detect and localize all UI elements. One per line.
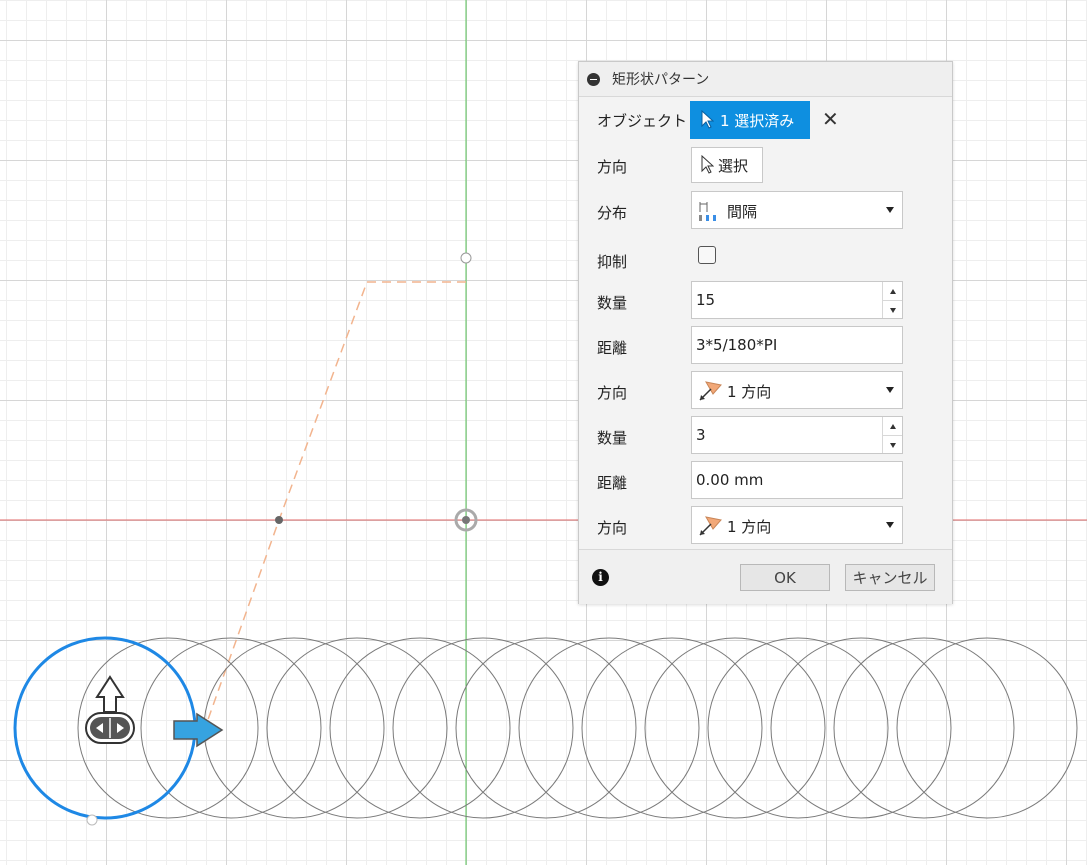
distance-2-label: 距離 bbox=[597, 474, 628, 492]
pattern-circle[interactable] bbox=[392, 637, 574, 819]
row-direction-1: 方向 1 方向 bbox=[579, 371, 952, 411]
cursor-icon bbox=[701, 155, 714, 174]
distribution-value: 間隔 bbox=[727, 203, 758, 221]
pattern-circle[interactable] bbox=[266, 637, 448, 819]
pattern-circle[interactable] bbox=[581, 637, 763, 819]
distribution-dropdown[interactable]: 間隔 bbox=[691, 191, 903, 229]
minus-circle-icon[interactable] bbox=[587, 72, 600, 86]
row-quantity-2: 数量 3 bbox=[579, 416, 952, 456]
sketch-point[interactable] bbox=[86, 814, 98, 826]
pattern-circle[interactable] bbox=[833, 637, 1015, 819]
row-quantity-1: 数量 15 bbox=[579, 281, 952, 321]
construction-line bbox=[204, 281, 466, 729]
chevron-down-icon bbox=[889, 442, 896, 448]
suppress-checkbox[interactable] bbox=[698, 246, 716, 264]
direction-2-label: 方向 bbox=[597, 519, 628, 537]
decrement-button[interactable] bbox=[883, 301, 902, 319]
chevron-down-icon bbox=[886, 207, 894, 213]
quantity-1-label: 数量 bbox=[597, 294, 628, 312]
pattern-circle[interactable] bbox=[329, 637, 511, 819]
pattern-circle[interactable] bbox=[203, 637, 385, 819]
pattern-circle[interactable] bbox=[644, 637, 826, 819]
objects-selected-button[interactable]: 1 選択済み bbox=[690, 101, 810, 139]
pattern-circle[interactable] bbox=[896, 637, 1078, 819]
row-suppress: 抑制 bbox=[579, 240, 952, 280]
direction-1-dropdown[interactable]: 1 方向 bbox=[691, 371, 903, 409]
pattern-circle[interactable] bbox=[770, 637, 952, 819]
quantity-2-value: 3 bbox=[696, 426, 706, 444]
cancel-button[interactable]: キャンセル bbox=[845, 564, 935, 591]
rectangular-pattern-dialog: 矩形状パターン オブジェクト 1 選択済み ✕ 方向 選択 分布 間隔 抑制 数… bbox=[578, 61, 953, 604]
direction-2-value: 1 方向 bbox=[727, 518, 772, 536]
direction-select-button[interactable]: 選択 bbox=[691, 147, 763, 183]
direction-arrow-icon[interactable] bbox=[173, 712, 224, 748]
quantity-2-spin-buttons bbox=[882, 417, 902, 453]
close-icon[interactable]: ✕ bbox=[822, 107, 839, 131]
row-objects: オブジェクト 1 選択済み ✕ bbox=[579, 99, 952, 139]
increment-button[interactable] bbox=[883, 417, 902, 436]
direction-2-dropdown[interactable]: 1 方向 bbox=[691, 506, 903, 544]
direction-arrow-icon bbox=[699, 516, 722, 536]
quantity-1-value: 15 bbox=[696, 291, 716, 309]
quantity-1-stepper[interactable]: 15 bbox=[691, 281, 903, 319]
row-distance-2: 距離 0.00 mm bbox=[579, 461, 952, 501]
row-distribution: 分布 間隔 bbox=[579, 191, 952, 231]
chevron-down-icon bbox=[889, 307, 896, 313]
pattern-circle[interactable] bbox=[707, 637, 889, 819]
pattern-circles bbox=[77, 637, 1078, 819]
row-direction-2: 方向 1 方向 bbox=[579, 506, 952, 546]
distance-1-value: 3*5/180*PI bbox=[696, 336, 778, 354]
row-distance-1: 距離 3*5/180*PI bbox=[579, 326, 952, 366]
objects-label: オブジェクト bbox=[597, 112, 688, 130]
chevron-up-icon bbox=[889, 288, 896, 294]
suppress-label: 抑制 bbox=[597, 253, 628, 271]
dialog-title: 矩形状パターン bbox=[612, 72, 710, 88]
distance-1-field[interactable]: 3*5/180*PI bbox=[691, 326, 903, 364]
quantity-2-stepper[interactable]: 3 bbox=[691, 416, 903, 454]
objects-selected-text: 1 選択済み bbox=[720, 111, 795, 130]
increment-button[interactable] bbox=[883, 282, 902, 301]
dialog-header[interactable]: 矩形状パターン bbox=[579, 62, 952, 97]
dialog-footer: i OK キャンセル bbox=[579, 549, 952, 604]
row-direction: 方向 選択 bbox=[579, 145, 952, 185]
sketch-point[interactable] bbox=[275, 516, 283, 524]
direction-select-text: 選択 bbox=[718, 156, 749, 175]
move-manipulator-icon[interactable] bbox=[85, 675, 135, 744]
direction-1-value: 1 方向 bbox=[727, 383, 772, 401]
pattern-circle[interactable] bbox=[455, 637, 637, 819]
distance-2-field[interactable]: 0.00 mm bbox=[691, 461, 903, 499]
pattern-circle[interactable] bbox=[518, 637, 700, 819]
quantity-1-spin-buttons bbox=[882, 282, 902, 318]
cursor-icon bbox=[701, 110, 714, 129]
distance-1-label: 距離 bbox=[597, 339, 628, 357]
distance-2-value: 0.00 mm bbox=[696, 471, 764, 489]
direction-arrow-icon bbox=[699, 381, 722, 401]
chevron-up-icon bbox=[889, 423, 896, 429]
spacing-icon bbox=[699, 202, 716, 221]
decrement-button[interactable] bbox=[883, 436, 902, 454]
direction-1-label: 方向 bbox=[597, 384, 628, 402]
distribution-label: 分布 bbox=[597, 204, 628, 222]
ok-button[interactable]: OK bbox=[740, 564, 830, 591]
chevron-down-icon bbox=[886, 522, 894, 528]
sketch-point[interactable] bbox=[460, 252, 472, 264]
origin-point-center bbox=[462, 516, 470, 524]
quantity-2-label: 数量 bbox=[597, 429, 628, 447]
chevron-down-icon bbox=[886, 387, 894, 393]
direction-label: 方向 bbox=[597, 158, 628, 176]
info-icon[interactable]: i bbox=[592, 569, 609, 586]
